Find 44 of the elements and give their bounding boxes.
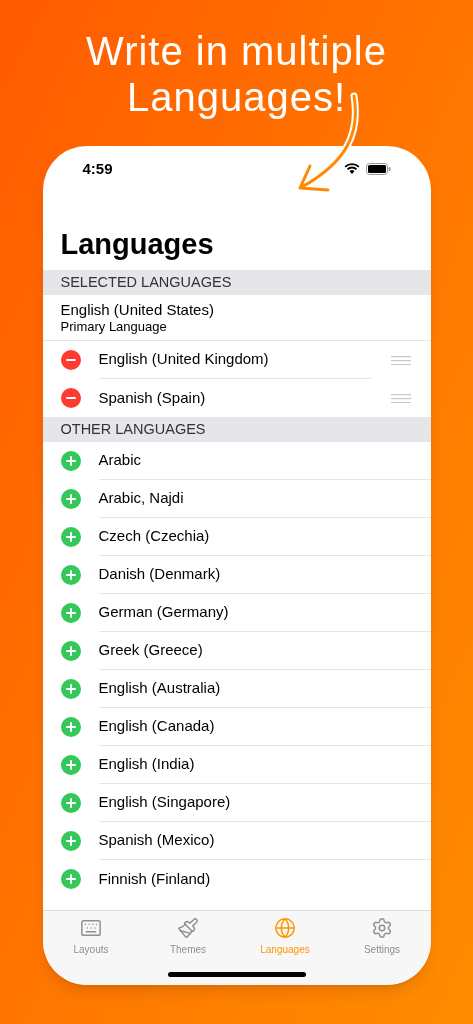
paintbrush-icon xyxy=(177,917,199,939)
language-name[interactable]: Danish (Denmark) xyxy=(98,563,221,586)
language-name[interactable]: English (India) xyxy=(98,753,195,776)
battery-icon xyxy=(365,163,391,175)
add-icon[interactable] xyxy=(60,451,81,471)
page-title: Languages xyxy=(59,227,215,262)
settings-icon xyxy=(371,917,393,939)
language-name[interactable]: German (Germany) xyxy=(98,601,229,624)
language-name[interactable]: Czech (Czechia) xyxy=(98,525,210,548)
language-name[interactable]: Spanish (Spain) xyxy=(98,386,206,410)
add-icon[interactable] xyxy=(60,527,81,547)
reorder-handle-icon[interactable] xyxy=(390,393,411,403)
add-icon[interactable] xyxy=(60,717,81,737)
add-icon[interactable] xyxy=(60,755,81,775)
language-name[interactable]: Finnish (Finland) xyxy=(98,867,211,891)
add-icon[interactable] xyxy=(60,793,81,813)
language-name[interactable]: Greek (Greece) xyxy=(98,639,203,662)
status-time: 4:59 xyxy=(82,158,113,179)
wifi-icon xyxy=(343,163,360,175)
globe-icon xyxy=(274,917,296,939)
add-icon[interactable] xyxy=(60,489,81,509)
reorder-handle-icon[interactable] xyxy=(390,355,411,365)
add-icon[interactable] xyxy=(60,831,81,851)
keyboard-icon xyxy=(80,917,102,939)
headline: Languages! xyxy=(126,74,347,120)
add-icon[interactable] xyxy=(60,679,81,699)
language-name[interactable]: English (United Kingdom) xyxy=(98,348,269,371)
remove-icon[interactable] xyxy=(60,350,81,370)
language-name: English (United States) xyxy=(60,300,214,319)
section-header: SELECTED LANGUAGES xyxy=(42,270,431,295)
add-icon[interactable] xyxy=(60,565,81,585)
language-name[interactable]: English (Singapore) xyxy=(98,791,231,814)
language-subtitle: Primary Language xyxy=(60,318,167,335)
add-icon[interactable] xyxy=(60,869,81,889)
language-name[interactable]: English (Australia) xyxy=(98,677,221,700)
remove-icon[interactable] xyxy=(60,388,81,408)
language-name[interactable]: Arabic xyxy=(98,449,142,472)
add-icon[interactable] xyxy=(60,641,81,661)
language-name[interactable]: Spanish (Mexico) xyxy=(98,829,215,852)
add-icon[interactable] xyxy=(60,603,81,623)
language-name[interactable]: English (Canada) xyxy=(98,715,215,738)
headline: Write in multiple xyxy=(86,28,387,74)
language-name[interactable]: Arabic, Najdi xyxy=(98,487,184,510)
section-header: OTHER LANGUAGES xyxy=(42,417,431,442)
